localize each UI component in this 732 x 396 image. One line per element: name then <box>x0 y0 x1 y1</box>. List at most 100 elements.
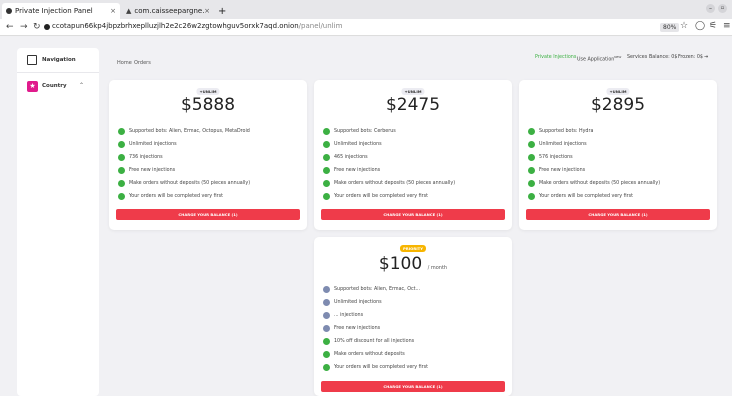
feature-text: 576 injections <box>539 155 573 160</box>
feature-text: Make orders without deposits (50 pieces … <box>129 181 251 186</box>
feature-text: Your orders will be completed very first <box>129 194 224 199</box>
check-icon <box>118 167 125 174</box>
shield-icon[interactable]: ◯ <box>695 22 705 31</box>
feature-item: 576 injections <box>528 154 573 161</box>
check-icon <box>323 351 330 358</box>
sidebar-item-country[interactable]: Country <box>42 83 67 89</box>
feature-text: Your orders will be completed very first <box>334 365 429 370</box>
feature-item: 465 injections <box>323 154 368 161</box>
url-path: /panel/unlim <box>298 22 343 30</box>
check-icon <box>528 141 535 148</box>
navigation-icon <box>27 55 37 65</box>
charge-balance-button[interactable]: CHARGE YOUR BALANCE (1) <box>321 209 505 220</box>
extensions-icon[interactable]: ⚟ <box>709 22 717 31</box>
frozen-value: Frozen: 0$ <box>678 55 703 60</box>
onion-site-icon <box>44 24 50 30</box>
feature-text: Supported bots: Cerberus <box>334 129 396 134</box>
check-icon <box>118 180 125 187</box>
close-tab-icon[interactable]: × <box>204 7 210 15</box>
charge-balance-button[interactable]: CHARGE YOUR BALANCE (1) <box>116 209 300 220</box>
plan-card-1: +UNLIM $5888 Supported bots: Alien, Erma… <box>109 80 307 230</box>
maximize-icon[interactable]: ▫ <box>718 4 727 13</box>
feature-item: Unlimited injections <box>528 141 587 148</box>
breadcrumb-current: Orders <box>134 60 151 66</box>
plan-card-3: +UNLIM $2895 Supported bots: Hydra Unlim… <box>519 80 717 230</box>
feature-item: Your orders will be completed very first <box>323 364 428 371</box>
nav-services[interactable]: Services <box>627 55 647 60</box>
check-icon <box>323 286 330 293</box>
address-bar[interactable]: ccotapun66kp4jbpzbrhxeplluzjlh2e2c26w2zg… <box>52 22 342 30</box>
check-icon <box>528 154 535 161</box>
nav-use-application-label: Use Application <box>577 57 615 63</box>
charge-balance-button[interactable]: CHARGE YOUR BALANCE (1) <box>526 209 710 220</box>
sidebar-divider <box>17 72 99 73</box>
new-badge: NEW <box>614 55 622 59</box>
url-host: ccotapun66kp4jbpzbrhxeplluzjlh2e2c26w2zg… <box>52 22 299 30</box>
zoom-level[interactable]: 80% <box>660 23 680 32</box>
breadcrumb-home[interactable]: Home <box>117 60 132 66</box>
check-icon <box>528 193 535 200</box>
feature-item: Unlimited injections <box>118 141 177 148</box>
feature-text: Your orders will be completed very first <box>334 194 429 199</box>
check-icon <box>118 193 125 200</box>
tab-private-injection-panel[interactable]: Private Injection Panel × <box>2 3 120 19</box>
warning-icon: ▲ <box>126 7 132 15</box>
feature-item: Supported bots: Alien, Ermac, Oct... <box>323 286 420 293</box>
check-icon <box>323 299 330 306</box>
nav-private-injections[interactable]: Private Injections <box>535 55 576 60</box>
feature-item: Supported bots: Cerberus <box>323 128 396 135</box>
plan-price: $2895 <box>590 95 646 115</box>
nav-use-application[interactable]: Use ApplicationNEW <box>577 55 621 63</box>
feature-item: Free new injections <box>323 167 380 174</box>
sidebar: Navigation ★ Country ⌃ <box>17 48 99 396</box>
feature-item: Free new injections <box>528 167 585 174</box>
check-icon <box>528 167 535 174</box>
check-icon <box>528 180 535 187</box>
check-icon <box>528 128 535 135</box>
country-star-icon: ★ <box>27 81 38 92</box>
feature-item: Your orders will be completed very first <box>323 193 428 200</box>
feature-text: 736 injections <box>129 155 163 160</box>
feature-item: Your orders will be completed very first <box>118 193 223 200</box>
reload-icon[interactable]: ↻ <box>33 23 41 32</box>
feature-item: Unlimited injections <box>323 299 382 306</box>
plan-card-priority: PRIORITY $100 / month Supported bots: Al… <box>314 237 512 396</box>
feature-item: Your orders will be completed very first <box>528 193 633 200</box>
check-icon <box>323 128 330 135</box>
feature-text: 10% off discount for all injections <box>334 339 415 344</box>
feature-text: Your orders will be completed very first <box>539 194 634 199</box>
feature-item: Free new injections <box>323 325 380 332</box>
plan-price: $100 / month <box>314 254 512 274</box>
close-tab-icon[interactable]: × <box>110 7 116 15</box>
bookmark-star-icon[interactable]: ☆ <box>680 22 688 31</box>
plan-price: $2475 <box>385 95 441 115</box>
feature-text: Free new injections <box>129 168 176 173</box>
new-tab-button[interactable]: + <box>214 3 228 19</box>
forward-arrow-icon[interactable]: → <box>20 23 28 32</box>
check-icon <box>323 154 330 161</box>
tab-caisseepargne[interactable]: ▲ com.caisseepargne.andr × <box>122 3 214 19</box>
check-icon <box>323 364 330 371</box>
feature-text: Supported bots: Hydra <box>539 129 594 134</box>
back-arrow-icon[interactable]: ← <box>6 23 14 32</box>
check-icon <box>118 141 125 148</box>
feature-text: Unlimited injections <box>539 142 587 147</box>
feature-text: 465 injections <box>334 155 368 160</box>
plan-badge: PRIORITY <box>399 245 427 252</box>
logout-icon[interactable]: ⇥ <box>704 55 708 60</box>
menu-icon[interactable]: ≡ <box>723 22 731 31</box>
feature-text: Supported bots: Alien, Ermac, Octopus, M… <box>129 129 250 134</box>
minimize-icon[interactable]: – <box>706 4 715 13</box>
sidebar-title: Navigation <box>42 57 76 63</box>
check-icon <box>118 154 125 161</box>
feature-text: Free new injections <box>334 168 381 173</box>
check-icon <box>323 338 330 345</box>
feature-text: Make orders without deposits (50 pieces … <box>539 181 661 186</box>
feature-text: Make orders without deposits (50 pieces … <box>334 181 456 186</box>
plan-price-period: / month <box>427 265 448 271</box>
charge-balance-button[interactable]: CHARGE YOUR BALANCE (1) <box>321 381 505 392</box>
tab-favicon-icon <box>6 8 12 14</box>
chevron-up-icon[interactable]: ⌃ <box>79 82 84 89</box>
plan-badge: +UNLIM <box>196 88 220 95</box>
plan-price-amount: $100 <box>378 254 423 274</box>
